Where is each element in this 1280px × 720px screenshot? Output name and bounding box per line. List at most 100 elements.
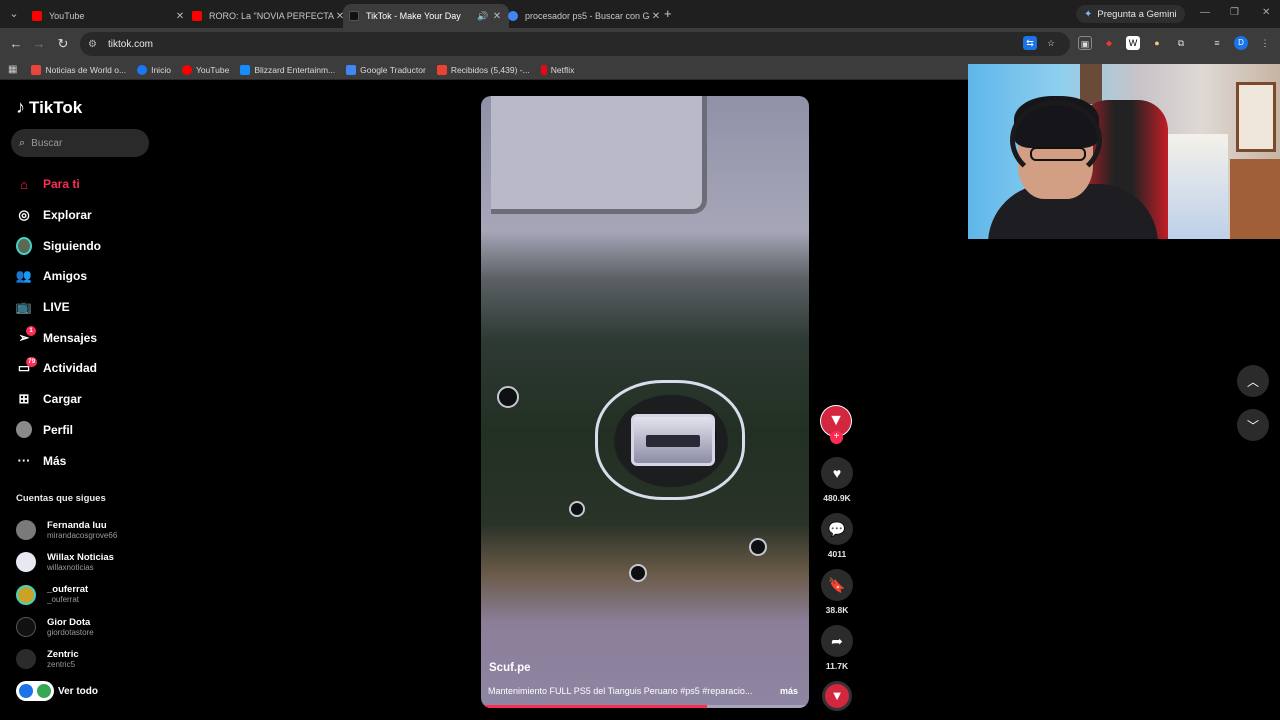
music-disc-icon[interactable]: ▼ xyxy=(822,681,852,711)
expand-caption-button[interactable]: más xyxy=(780,686,798,696)
extension-w-icon[interactable]: W xyxy=(1126,36,1140,50)
friends-icon: 👥 xyxy=(15,268,33,284)
tab-search-chevron-icon[interactable]: ⌄ xyxy=(6,6,22,22)
extension-red-icon[interactable]: ⬥ xyxy=(1102,36,1116,50)
reload-icon[interactable]: ↻ xyxy=(55,36,71,52)
bookmark-label: Netflix xyxy=(550,64,575,75)
media-control-icon[interactable]: ≡ xyxy=(1210,36,1224,50)
sidebar-item-label: LIVE xyxy=(43,300,70,315)
window-close-icon[interactable]: ✕ xyxy=(1262,7,1270,18)
minimize-icon[interactable]: — xyxy=(1200,7,1210,18)
follow-plus-icon[interactable]: + xyxy=(830,431,843,444)
bookmark-item[interactable]: Blizzard Entertainm... xyxy=(240,64,336,75)
audio-playing-icon[interactable]: 🔊 xyxy=(477,11,491,22)
sidebar-item-explorar[interactable]: ◎ Explorar xyxy=(16,200,156,231)
bookmark-icon: 🔖 xyxy=(821,569,853,601)
tab-title: procesador ps5 - Buscar con Go xyxy=(525,11,650,21)
see-all-following-link[interactable]: Ver todo xyxy=(16,681,98,701)
account-name: Gior Dota xyxy=(47,616,91,628)
search-box[interactable]: ⌕ xyxy=(11,129,149,157)
tab-google-search[interactable]: procesador ps5 - Buscar con Go ✕ xyxy=(502,4,668,28)
account-username: willaxnoticias xyxy=(47,562,94,572)
site-info-icon[interactable]: ⚙ xyxy=(88,39,100,50)
video-player[interactable]: Scuf.pe Mantenimiento FULL PS5 del Tiang… xyxy=(481,96,809,708)
tab-title: TikTok - Make Your Day xyxy=(366,11,461,21)
extensions-puzzle-icon[interactable]: ⧉ xyxy=(1174,36,1188,50)
address-bar[interactable]: ⚙ tiktok.com xyxy=(80,32,1070,56)
account-username: giordotastore xyxy=(47,627,94,637)
gemini-button[interactable]: ✦ Pregunta a Gemini xyxy=(1076,5,1185,23)
tab-tiktok[interactable]: TikTok - Make Your Day 🔊 ✕ xyxy=(343,4,509,28)
heart-icon: ♥ xyxy=(821,457,853,489)
next-video-button[interactable]: ﹀ xyxy=(1237,409,1269,441)
profile-avatar[interactable]: D xyxy=(1234,36,1248,50)
following-account[interactable]: _ouferrat _ouferrat xyxy=(16,579,156,611)
bookmark-item[interactable]: Inicio xyxy=(137,64,171,75)
account-name: Willax Noticias xyxy=(47,551,114,563)
new-tab-button[interactable]: + xyxy=(664,6,678,22)
compass-icon: ◎ xyxy=(18,207,30,223)
search-icon: ⌕ xyxy=(19,136,26,149)
sidebar-item-para-ti[interactable]: ⌂ Para ti xyxy=(16,169,156,200)
youtube-favicon-icon xyxy=(192,11,202,21)
account-username: zentric5 xyxy=(47,659,76,669)
sidebar-item-perfil[interactable]: Perfil xyxy=(16,415,156,446)
bookmark-item[interactable]: Recibidos (5,439) -... xyxy=(436,64,530,75)
see-all-label: Ver todo xyxy=(58,685,99,697)
save-count: 38.8K xyxy=(825,605,849,615)
forward-arrow-icon[interactable]: → xyxy=(31,36,47,52)
browser-menu-icon[interactable]: ⋮ xyxy=(1258,36,1272,50)
avatar xyxy=(16,520,36,541)
bookmark-label: Blizzard Entertainm... xyxy=(254,64,336,75)
sidebar-item-mas[interactable]: ··· Más xyxy=(16,445,156,476)
previous-video-button[interactable]: ︿ xyxy=(1237,365,1269,397)
comment-button[interactable]: 💬 4011 xyxy=(820,513,854,559)
webcam-dresser xyxy=(1230,159,1280,239)
account-username: mirandacosgrove66 xyxy=(47,530,118,540)
sidebar-item-label: Más xyxy=(43,453,67,468)
back-arrow-icon[interactable]: ← xyxy=(8,36,24,52)
bookmark-item[interactable]: Netflix xyxy=(540,64,575,75)
extension-icon[interactable]: ▣ xyxy=(1078,36,1092,50)
avatar xyxy=(16,584,36,605)
sidebar-item-amigos[interactable]: 👥 Amigos xyxy=(16,261,156,292)
sidebar-item-live[interactable]: 📺 LIVE xyxy=(16,292,156,323)
video-frame-hole xyxy=(569,501,585,517)
translate-icon[interactable]: ⇆ xyxy=(1023,36,1037,50)
following-account[interactable]: Willax Noticias willaxnoticias xyxy=(16,546,156,578)
bookmark-item[interactable]: Noticias de World o... xyxy=(31,64,126,75)
creator-avatar[interactable]: ▼ + xyxy=(820,405,852,444)
close-tab-icon[interactable]: ✕ xyxy=(174,11,186,22)
following-account[interactable]: Fernanda luu mirandacosgrove66 xyxy=(16,514,156,546)
tab-roro[interactable]: RORO: La "NOVIA PERFECTA" c ✕ xyxy=(186,4,352,28)
tab-title: YouTube xyxy=(49,11,85,21)
apps-grid-icon[interactable]: ▦ xyxy=(8,64,17,75)
sidebar-item-mensajes[interactable]: ➢ 1 Mensajes xyxy=(16,322,156,353)
sidebar-item-siguiendo[interactable]: Siguiendo xyxy=(16,230,156,261)
search-input[interactable] xyxy=(31,137,132,149)
bookmark-item[interactable]: Google Traductor xyxy=(346,64,426,75)
extension-orange-icon[interactable]: ● xyxy=(1150,36,1164,50)
gemini-label: Pregunta a Gemini xyxy=(1097,8,1177,20)
share-button[interactable]: ➦ 11.7K xyxy=(820,625,854,671)
video-frame-hole xyxy=(629,564,647,582)
following-account[interactable]: Gior Dota giordotastore xyxy=(16,611,156,643)
restore-icon[interactable]: ❐ xyxy=(1230,7,1239,18)
sidebar-item-cargar[interactable]: ⊞ Cargar xyxy=(16,384,156,415)
following-account[interactable]: Zentric zentric5 xyxy=(16,643,156,675)
video-author[interactable]: Scuf.pe xyxy=(489,662,531,674)
close-tab-icon[interactable]: ✕ xyxy=(650,11,662,22)
tab-youtube[interactable]: YouTube ✕ xyxy=(26,4,192,28)
video-progress-bar[interactable] xyxy=(481,705,809,708)
account-username: _ouferrat xyxy=(47,595,80,605)
bookmark-star-icon[interactable]: ☆ xyxy=(1044,36,1058,50)
bookmark-item[interactable]: YouTube xyxy=(181,64,230,75)
save-button[interactable]: 🔖 38.8K xyxy=(820,569,854,615)
bookmark-label: YouTube xyxy=(195,64,230,75)
comment-count: 4011 xyxy=(827,549,847,559)
like-button[interactable]: ♥ 480.9K xyxy=(820,457,854,503)
sidebar-item-actividad[interactable]: ▭ 79 Actividad xyxy=(16,353,156,384)
tiktok-logo[interactable]: ♪ TikTok xyxy=(16,97,82,118)
bookmark-label: Inicio xyxy=(151,64,171,75)
gmail-favicon-icon xyxy=(436,64,447,75)
